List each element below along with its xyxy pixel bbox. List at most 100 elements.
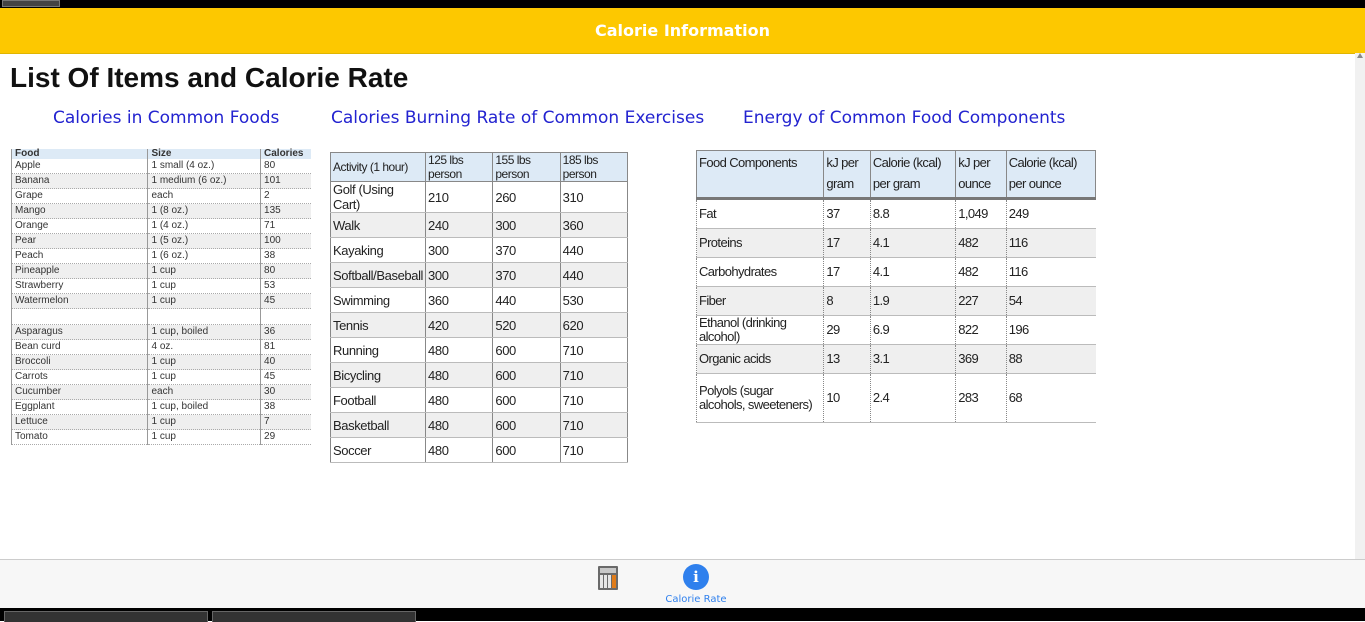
table-cell: Tennis [329, 312, 427, 338]
table-row: Banana 1 medium (6 oz.) 101 [10, 173, 311, 189]
table-cell: 2 [260, 188, 311, 204]
bottom-tab-bar: i Calorie Rate [0, 559, 1365, 609]
table-cell: each [147, 188, 261, 204]
table-row: Kayaking 300 370 440 [329, 237, 629, 263]
table-cell: 600 [492, 362, 561, 388]
foods-column-header: Food [10, 149, 148, 159]
table-cell: Apple [10, 159, 148, 174]
table-cell: Softball/Baseball [329, 262, 427, 288]
table-cell: 6.9 [869, 315, 956, 345]
table-row: Pear 1 (5 oz.) 100 [10, 233, 311, 249]
table-cell: 1 cup [147, 263, 261, 279]
section-title-exercises: Calories Burning Rate of Common Exercise… [331, 108, 705, 128]
table-row: Carbohydrates 17 4.1 482 116 [695, 257, 1096, 287]
table-cell: 1 (8 oz.) [147, 203, 261, 219]
table-cell: Golf (Using Cart) [329, 181, 427, 213]
table-row: Running 480 600 710 [329, 337, 629, 363]
table-cell: 17 [823, 228, 871, 258]
table-cell: 1 cup [147, 429, 261, 445]
table-cell: 620 [559, 312, 629, 338]
table-cell [10, 308, 148, 325]
table-cell: 30 [260, 384, 311, 400]
table-cell: Lettuce [10, 414, 148, 430]
table-row: Fiber 8 1.9 227 54 [695, 286, 1096, 316]
table-cell: 440 [492, 287, 561, 313]
table-cell: 440 [559, 262, 629, 288]
table-row: Proteins 17 4.1 482 116 [695, 228, 1096, 258]
table-cell: Soccer [329, 437, 427, 463]
taskbar-item[interactable] [4, 611, 208, 622]
table-cell: Football [329, 387, 427, 413]
table-cell: 54 [1005, 286, 1096, 316]
scrollbar[interactable] [1355, 53, 1365, 559]
components-column-header: kJ per ounce [955, 150, 1007, 200]
table-cell: Swimming [329, 287, 427, 313]
table-cell: 1 cup [147, 278, 261, 294]
table-row: Soccer 480 600 710 [329, 437, 629, 463]
table-cell: 1 (5 oz.) [147, 233, 261, 249]
table-cell: 29 [260, 429, 311, 445]
table-row: Polyols (sugar alcohols, sweeteners) 10 2.… [695, 373, 1096, 423]
table-cell: 1 medium (6 oz.) [147, 173, 261, 189]
table-row: Carrots 1 cup 45 [10, 369, 311, 385]
table-cell: 135 [260, 203, 311, 219]
table-cell: 480 [425, 412, 494, 438]
tab-label-calorie-rate[interactable]: Calorie Rate [660, 594, 732, 605]
table-row: Organic acids 13 3.1 369 88 [695, 344, 1096, 374]
info-icon[interactable]: i [683, 564, 709, 590]
table-row: Golf (Using Cart) 210 260 310 [329, 181, 629, 213]
table-cell: 1 cup [147, 369, 261, 385]
table-cell: Asparagus [10, 324, 148, 340]
foods-header-row: Food Size Calories [10, 149, 311, 159]
table-cell: 1 cup [147, 293, 261, 309]
table-cell: 101 [260, 173, 311, 189]
table-row: Cucumber each 30 [10, 384, 311, 400]
os-top-bar [0, 0, 1365, 8]
table-cell: 249 [1005, 198, 1096, 229]
table-cell: 482 [955, 228, 1007, 258]
table-cell: 600 [492, 437, 561, 463]
table-cell: 227 [955, 286, 1007, 316]
table-cell [260, 308, 311, 325]
table-cell: Polyols (sugar alcohols, sweeteners) [695, 373, 824, 423]
table-cell: each [147, 384, 261, 400]
taskbar-item[interactable] [212, 611, 416, 622]
exercises-column-header: 155 lbs person [492, 152, 561, 182]
table-row: Eggplant 1 cup, boiled 38 [10, 399, 311, 415]
table-cell: 4.1 [869, 257, 956, 287]
table-cell: 8.8 [869, 198, 956, 229]
table-cell: Orange [10, 218, 148, 234]
table-cell: 4 oz. [147, 339, 261, 355]
table-cell: 600 [492, 337, 561, 363]
table-cell: Proteins [695, 228, 824, 258]
table-cell: 1 (4 oz.) [147, 218, 261, 234]
components-column-header: kJ per gram [823, 150, 871, 200]
table-cell: 88 [1005, 344, 1096, 374]
table-cell: Bicycling [329, 362, 427, 388]
table-cell: Basketball [329, 412, 427, 438]
table-cell: Carrots [10, 369, 148, 385]
os-taskbar [0, 608, 1365, 622]
exercises-table: Activity (1 hour) 125 lbs person 155 lbs p… [329, 152, 629, 463]
table-cell: 300 [425, 262, 494, 288]
table-cell: 68 [1005, 373, 1096, 423]
app-header: Calorie Information [0, 8, 1365, 54]
table-cell: 710 [559, 437, 629, 463]
table-cell: Fat [695, 198, 824, 229]
exercises-column-header: Activity (1 hour) [329, 152, 427, 182]
calculator-icon[interactable] [598, 566, 618, 590]
calculator-keys [600, 575, 616, 588]
table-row: Bicycling 480 600 710 [329, 362, 629, 388]
table-cell: 45 [260, 369, 311, 385]
table-cell: 420 [425, 312, 494, 338]
table-cell: 116 [1005, 228, 1096, 258]
table-cell: 1 small (4 oz.) [147, 159, 261, 174]
table-cell: 10 [823, 373, 871, 423]
table-cell: Organic acids [695, 344, 824, 374]
table-cell: 196 [1005, 315, 1096, 345]
table-cell: 38 [260, 248, 311, 264]
table-cell: 480 [425, 437, 494, 463]
table-cell: 240 [425, 212, 494, 238]
table-cell: 81 [260, 339, 311, 355]
table-cell: Running [329, 337, 427, 363]
